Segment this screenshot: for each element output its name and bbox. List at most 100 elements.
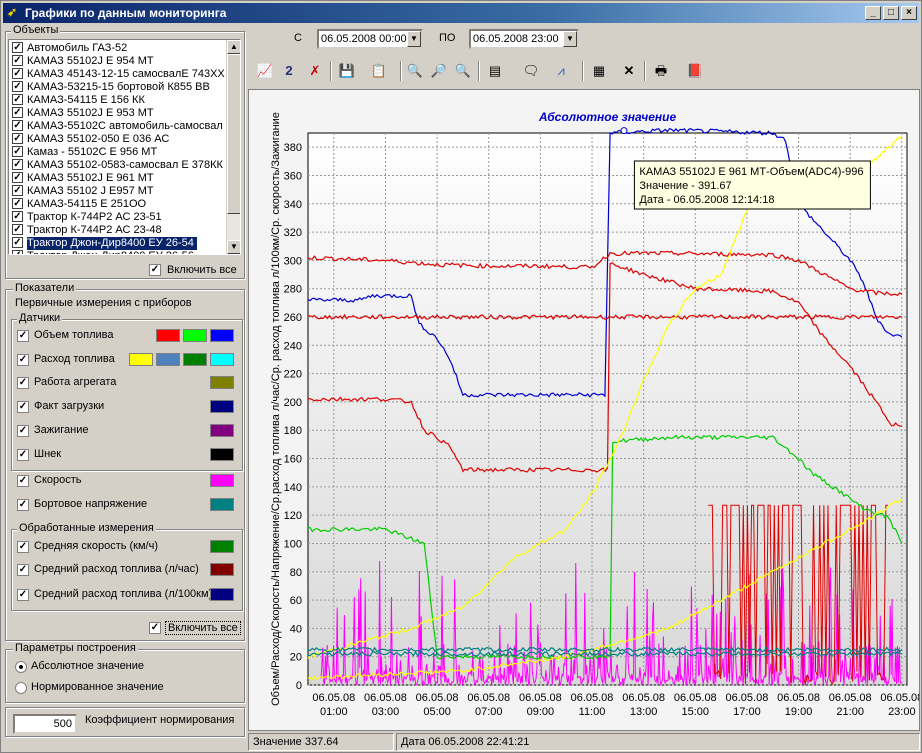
object-checkbox[interactable]: ✓	[12, 133, 23, 144]
close-window-button[interactable]: ×	[901, 6, 917, 20]
object-list-item[interactable]: ✓ Трактор К-744Р2 АС 23-51	[9, 211, 229, 224]
objects-list[interactable]: ✓ Автомобиль ГАЗ-52 ✓ КАМАЗ 55102J Е 954 МТ…	[8, 39, 241, 255]
object-list-item[interactable]: ✓ КАМАЗ 55102J Е 961 МТ	[9, 172, 229, 185]
indicator-checkbox[interactable]: ✓	[17, 377, 29, 389]
data-point-marker	[620, 127, 628, 135]
object-checkbox[interactable]: ✓	[12, 185, 23, 196]
x-tick-label: 03:00	[372, 706, 400, 718]
maximize-button[interactable]: □	[883, 6, 899, 20]
object-list-item[interactable]: ✓ КАМАЗ-55102С автомобиль-самосвал С	[9, 120, 229, 133]
object-list-item[interactable]: ✓ КАМАЗ 55102J Е 954 МТ	[9, 55, 229, 68]
indicators-include-all-checkbox[interactable]: ✓	[149, 622, 161, 634]
absolute-radio[interactable]	[15, 661, 27, 673]
object-checkbox[interactable]: ✓	[12, 42, 23, 53]
chart-icon[interactable]: 📈	[254, 60, 276, 82]
objects-include-all-checkbox[interactable]: ✓	[149, 264, 161, 276]
object-checkbox[interactable]: ✓	[12, 237, 23, 248]
zoom-icon[interactable]: 🔍	[452, 60, 474, 82]
object-checkbox[interactable]: ✓	[12, 68, 23, 79]
object-checkbox[interactable]: ✓	[12, 81, 23, 92]
object-list-item[interactable]: ✓ КАМАЗ-53215-15 бортовой К855 ВВ	[9, 81, 229, 94]
object-list-item[interactable]: ✓ Камаз - 55102С Е 956 МТ	[9, 146, 229, 159]
normalized-radio[interactable]	[15, 682, 27, 694]
color-swatch[interactable]	[183, 353, 207, 366]
indicator-checkbox[interactable]: ✓	[17, 354, 29, 366]
minimize-button[interactable]: _	[865, 6, 881, 20]
indicator-checkbox[interactable]: ✓	[17, 330, 29, 342]
coef-input[interactable]: 500	[13, 714, 77, 734]
color-swatch[interactable]	[210, 474, 234, 487]
zoom-out-icon[interactable]: 🔎	[428, 60, 450, 82]
objects-scrollbar[interactable]: ▲ ▼	[226, 40, 240, 254]
object-checkbox[interactable]: ✓	[12, 120, 23, 131]
color-swatch[interactable]	[210, 353, 234, 366]
objects-include-all-label: Включить все	[167, 264, 237, 276]
indicator-checkbox[interactable]: ✓	[17, 425, 29, 437]
book-icon[interactable]: 📕	[684, 60, 706, 82]
object-list-item[interactable]: ✓ КАМАЗ 55102-0583-самосвал Е 378КК	[9, 159, 229, 172]
object-checkbox[interactable]: ✓	[12, 146, 23, 157]
object-list-item[interactable]: ✓ КАМАЗ 55102-050 Е 036 АС	[9, 133, 229, 146]
indicator-checkbox[interactable]: ✓	[17, 499, 29, 511]
indicator-checkbox[interactable]: ✓	[17, 401, 29, 413]
object-checkbox[interactable]: ✓	[12, 107, 23, 118]
object-list-item[interactable]: ✓ КАМАЗ 55102 J Е957 МТ	[9, 185, 229, 198]
x-tick-label: 21:00	[836, 706, 864, 718]
color-swatch[interactable]	[210, 376, 234, 389]
chart-panel[interactable]: 0 20 40 60 80 100 120 140 160 180 200 220 240 260 280 3…	[248, 89, 922, 731]
zoom-in-icon[interactable]: 🔍	[404, 60, 426, 82]
print-icon[interactable]: 🖶	[650, 60, 672, 82]
object-checkbox[interactable]: ✓	[12, 211, 23, 222]
calculator-icon[interactable]: ▦	[588, 60, 610, 82]
color-swatch[interactable]	[210, 424, 234, 437]
y-tick-label: 40	[290, 623, 302, 635]
line-chart[interactable]: 0 20 40 60 80 100 120 140 160 180 200 220 240 260 280 3…	[249, 90, 922, 730]
indicator-checkbox[interactable]: ✓	[17, 449, 29, 461]
object-list-item[interactable]: ✓ КАМАЗ-54115 Е 156 КК	[9, 94, 229, 107]
object-list-item[interactable]: ✓ КАМАЗ 55102J Е 953 МТ	[9, 107, 229, 120]
object-checkbox[interactable]: ✓	[12, 198, 23, 209]
object-list-item[interactable]: ✓ Автомобиль ГАЗ-52	[9, 42, 229, 55]
x-tick-label: 19:00	[785, 706, 813, 718]
object-checkbox[interactable]: ✓	[12, 55, 23, 66]
indicator-label: Шнек	[34, 448, 62, 460]
save-icon[interactable]: 💾	[336, 60, 358, 82]
color-swatch[interactable]	[210, 498, 234, 511]
x-tick-label: 06.05.08	[571, 692, 614, 704]
object-checkbox[interactable]: ✓	[12, 224, 23, 235]
scroll-down-icon[interactable]: ▼	[227, 240, 240, 254]
object-checkbox[interactable]: ✓	[12, 172, 23, 183]
indicator-label: Расход топлива	[34, 353, 115, 365]
color-swatch[interactable]	[129, 353, 153, 366]
refresh-icon[interactable]: 2	[278, 60, 300, 82]
x-tick-label: 06.05.08	[777, 692, 820, 704]
object-list-item[interactable]: ✓ КАМАЗ-54115 Е 251ОО	[9, 198, 229, 211]
chevron-down-icon[interactable]: ▼	[563, 31, 577, 47]
object-list-item[interactable]: ✓ Трактор Джон-Дир8400 ЕУ 26-56	[9, 250, 229, 254]
object-checkbox[interactable]: ✓	[12, 250, 23, 254]
chart-type-icon[interactable]: ⩘	[550, 60, 572, 82]
object-list-item[interactable]: ✓ КАМАЗ 45143-12-15 самосвалЕ 743ХХ	[9, 68, 229, 81]
object-list-item[interactable]: ✓ Трактор Джон-Дир8400 ЕУ 26-54	[9, 237, 229, 250]
chevron-down-icon[interactable]: ▼	[407, 31, 421, 47]
object-list-item[interactable]: ✓ Трактор К-744Р2 АС 23-48	[9, 224, 229, 237]
to-date-combo[interactable]: 06.05.2008 23:00 ▼	[469, 29, 579, 49]
close-icon[interactable]: ✕	[618, 60, 640, 82]
notes-icon[interactable]: 🗨	[520, 60, 542, 82]
object-checkbox[interactable]: ✓	[12, 94, 23, 105]
legend-icon[interactable]: ▤	[484, 60, 506, 82]
from-date-combo[interactable]: 06.05.2008 00:00 ▼	[317, 29, 423, 49]
indicator-checkbox[interactable]: ✓	[17, 475, 29, 487]
color-swatch[interactable]	[156, 353, 180, 366]
clear-icon[interactable]: ✗	[304, 60, 326, 82]
y-tick-label: 80	[290, 567, 302, 579]
color-swatch[interactable]	[210, 448, 234, 461]
scroll-up-icon[interactable]: ▲	[227, 40, 240, 54]
copy-icon[interactable]: 📋	[368, 60, 390, 82]
color-swatch[interactable]	[156, 329, 180, 342]
scroll-thumb[interactable]	[227, 54, 240, 214]
color-swatch[interactable]	[183, 329, 207, 342]
object-checkbox[interactable]: ✓	[12, 159, 23, 170]
color-swatch[interactable]	[210, 400, 234, 413]
color-swatch[interactable]	[210, 329, 234, 342]
